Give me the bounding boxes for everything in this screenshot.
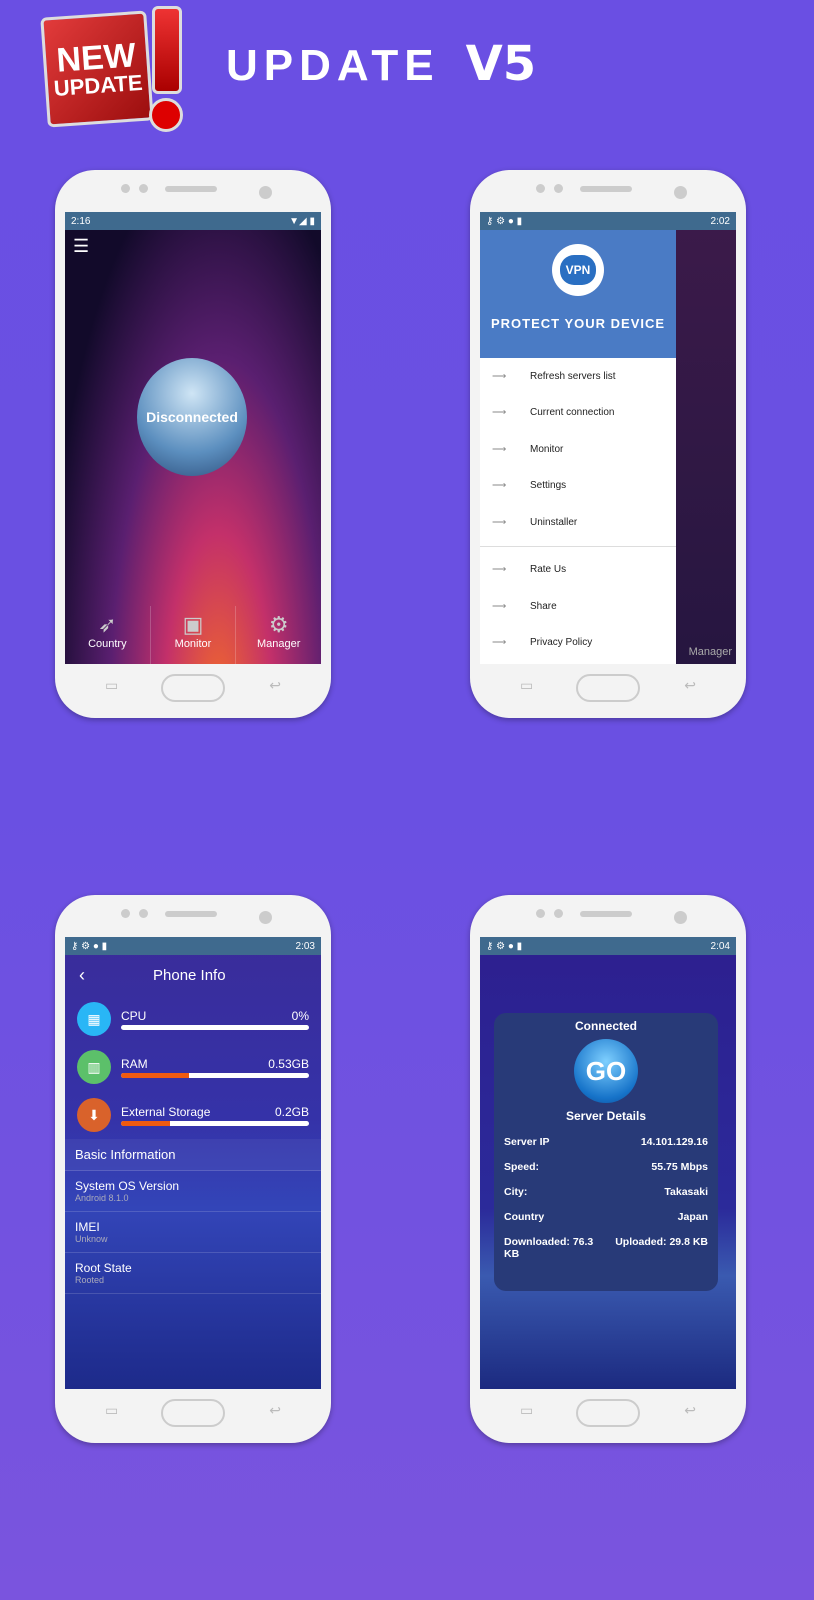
phone-connected: ⚷ ⚙ ● ▮ 2:04 Connected GO Server Details …	[470, 895, 746, 1443]
resource-icon: ⬇	[77, 1098, 111, 1132]
arrow-right-icon: ⟶	[492, 600, 507, 612]
resource-icon: ▦	[77, 1002, 111, 1036]
tab-manager: Manager	[688, 646, 732, 658]
detail-row: Server IP 14.101.129.16	[504, 1136, 708, 1148]
status-bar: 2:16 ▼◢ ▮	[65, 212, 321, 230]
usage-bar	[121, 1120, 309, 1126]
detail-row: Country Japan	[504, 1211, 708, 1223]
go-button[interactable]: GO	[574, 1039, 638, 1103]
rocket-icon: ➶	[98, 612, 117, 637]
arrow-right-icon: ⟶	[492, 516, 507, 528]
resource-2: ⬇ External Storage 0.2GB	[65, 1091, 321, 1139]
info-row: IMEI Unknow	[65, 1212, 321, 1253]
drawer-item[interactable]: ⟶ Uninstaller	[480, 504, 676, 541]
badge-text: UPDATE	[52, 69, 144, 102]
drawer-item[interactable]: ⟶ Privacy Policy	[480, 625, 676, 662]
connection-status: Connected	[574, 1019, 637, 1033]
arrow-right-icon: ⟶	[492, 480, 507, 492]
arrow-right-icon: ⟶	[492, 370, 507, 382]
chip-icon: ▣	[182, 612, 204, 637]
status-bar: ⚷ ⚙ ● ▮ 2:04	[480, 937, 736, 955]
tab-monitor[interactable]: ▣ Monitor	[151, 606, 237, 664]
usage-bar	[121, 1024, 309, 1030]
info-row: Root State Rooted	[65, 1253, 321, 1294]
arrow-right-icon: ⟶	[492, 407, 507, 419]
details-title: Server Details	[565, 1109, 647, 1123]
drawer-item[interactable]: ⟶ Settings	[480, 468, 676, 505]
arrow-right-icon: ⟶	[492, 564, 507, 576]
menu-icon[interactable]: ☰	[65, 230, 321, 263]
arrow-right-icon: ⟶	[492, 637, 507, 649]
phone-drawer: ⚷ ⚙ ● ▮ 2:02 Manager VPN PROTECT YOUR DEVI…	[470, 170, 746, 718]
server-details-card: Connected GO Server Details Server IP 14.…	[494, 1013, 718, 1291]
tagline: PROTECT YOUR DEVICE	[490, 316, 666, 331]
usage-bar	[121, 1072, 309, 1078]
phone-info: ⚷ ⚙ ● ▮ 2:03 ‹ Phone Info ▦ CPU 0% ▥ RAM 0.53GB…	[55, 895, 331, 1443]
detail-row: City: Takasaki	[504, 1186, 708, 1198]
downloaded-value: Downloaded: 76.3 KB	[504, 1236, 594, 1260]
screen-title: Phone Info	[153, 966, 226, 984]
uploaded-value: Uploaded: 29.8 KB	[615, 1236, 708, 1248]
drawer-item[interactable]: ⟶ Refresh servers list	[480, 358, 676, 395]
detail-row: Speed: 55.75 Mbps	[504, 1161, 708, 1173]
drawer-item[interactable]: ⟶ Monitor	[480, 431, 676, 468]
drawer-item[interactable]: ⟶ Rate Us	[480, 552, 676, 589]
tab-country[interactable]: ➶ Country	[65, 606, 151, 664]
new-update-badge: NEW UPDATE	[40, 6, 189, 132]
home-screen: 2:16 ▼◢ ▮ ☰ Disconnected ➶ Country ▣ Monito…	[65, 212, 321, 664]
info-row: System OS Version Android 8.1.0	[65, 1171, 321, 1212]
version-label: V5	[465, 36, 537, 92]
status-bar: ⚷ ⚙ ● ▮ 2:03	[65, 937, 321, 955]
drawer-item[interactable]: ⟶ Share	[480, 588, 676, 625]
gear-icon: ⚙	[268, 612, 289, 637]
vpn-logo: VPN	[552, 244, 604, 296]
resource-0: ▦ CPU 0%	[65, 995, 321, 1043]
section-title: Basic Information	[65, 1139, 321, 1171]
resource-icon: ▥	[77, 1050, 111, 1084]
status-bar: ⚷ ⚙ ● ▮ 2:02	[480, 212, 736, 230]
resource-1: ▥ RAM 0.53GB	[65, 1043, 321, 1091]
drawer-item[interactable]: ⟶ Current connection	[480, 395, 676, 432]
back-icon[interactable]: ‹	[65, 965, 153, 986]
phone-home: 2:16 ▼◢ ▮ ☰ Disconnected ➶ Country ▣ Monito…	[55, 170, 331, 718]
arrow-right-icon: ⟶	[492, 443, 507, 455]
tab-manager[interactable]: ⚙ Manager	[236, 606, 321, 664]
connect-button[interactable]: Disconnected	[137, 358, 247, 476]
page-title: UPDATE V5	[226, 36, 537, 92]
navigation-drawer: VPN PROTECT YOUR DEVICE ⟶ Refresh servers …	[480, 230, 676, 664]
